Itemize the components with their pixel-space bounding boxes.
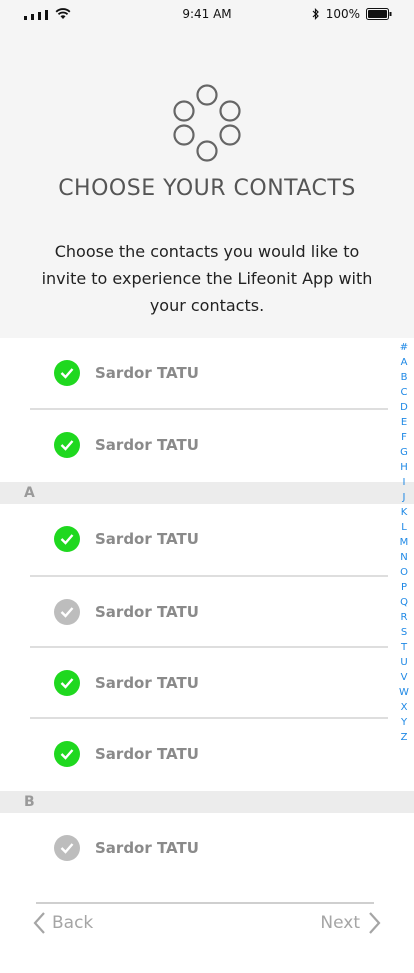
section-label: B (24, 794, 35, 810)
index-letter[interactable]: Z (394, 730, 414, 745)
chevron-right-icon (369, 912, 381, 934)
index-letter[interactable]: S (394, 625, 414, 640)
check-icon (54, 599, 80, 625)
index-letter[interactable]: X (394, 700, 414, 715)
contact-item[interactable]: Sardor TATU (0, 504, 390, 576)
index-letter[interactable]: R (394, 610, 414, 625)
footer-divider (36, 902, 374, 904)
contact-item[interactable]: Sardor TATU (0, 648, 390, 720)
index-letter[interactable]: D (394, 400, 414, 415)
contact-item[interactable]: Sardor TATU (0, 410, 390, 482)
index-letter[interactable]: Q (394, 595, 414, 610)
index-letter[interactable]: J (394, 490, 414, 505)
contact-name: Sardor TATU (95, 674, 199, 692)
next-label: Next (320, 913, 360, 933)
check-icon (54, 526, 80, 552)
check-icon (54, 360, 80, 386)
status-bar: 9:41 AM 100% (0, 0, 414, 28)
section-header-b: B (0, 791, 414, 813)
battery-icon (366, 8, 392, 20)
page-title: CHOOSE YOUR CONTACTS (58, 176, 356, 201)
index-letter[interactable]: I (394, 475, 414, 490)
index-letter[interactable]: T (394, 640, 414, 655)
contact-item[interactable]: Sardor TATU (0, 338, 390, 410)
index-letter[interactable]: U (394, 655, 414, 670)
section-header-a: A (0, 482, 414, 504)
contact-name: Sardor TATU (95, 839, 199, 857)
index-letter[interactable]: # (394, 340, 414, 355)
contact-name: Sardor TATU (95, 364, 199, 382)
index-letter[interactable]: G (394, 445, 414, 460)
alphabet-index[interactable]: # A B C D E F G H I J K L M N O P Q R S T U V W X Y Z (394, 340, 414, 745)
index-letter[interactable]: H (394, 460, 414, 475)
check-icon (54, 432, 80, 458)
bluetooth-icon (312, 8, 319, 20)
index-letter[interactable]: E (394, 415, 414, 430)
status-right: 100% (312, 7, 392, 21)
index-letter[interactable]: V (394, 670, 414, 685)
index-letter[interactable]: L (394, 520, 414, 535)
contact-item[interactable]: Sardor TATU (0, 719, 390, 791)
check-icon (54, 835, 80, 861)
index-letter[interactable]: B (394, 370, 414, 385)
index-letter[interactable]: A (394, 355, 414, 370)
index-letter[interactable]: F (394, 430, 414, 445)
contact-item[interactable]: Sardor TATU (0, 577, 390, 649)
index-letter[interactable]: O (394, 565, 414, 580)
index-letter[interactable]: W (394, 685, 414, 700)
battery-percent: 100% (325, 7, 360, 21)
section-label: A (24, 485, 35, 501)
back-label: Back (52, 913, 94, 933)
index-letter[interactable]: M (394, 535, 414, 550)
contact-item[interactable]: Sardor TATU (0, 813, 390, 885)
contact-name: Sardor TATU (95, 603, 199, 621)
index-letter[interactable]: Y (394, 715, 414, 730)
index-letter[interactable]: K (394, 505, 414, 520)
contact-name: Sardor TATU (95, 745, 199, 763)
header: CHOOSE YOUR CONTACTS Choose the contacts… (0, 28, 414, 338)
check-icon (54, 741, 80, 767)
contact-name: Sardor TATU (95, 530, 199, 548)
contacts-circle-icon (173, 84, 241, 162)
index-letter[interactable]: N (394, 550, 414, 565)
chevron-left-icon (33, 912, 45, 934)
contact-name: Sardor TATU (95, 436, 199, 454)
next-button[interactable]: Next (320, 908, 382, 938)
back-button[interactable]: Back (32, 908, 93, 938)
page-subtitle: Choose the contacts you would like to in… (41, 242, 373, 315)
index-letter[interactable]: C (394, 385, 414, 400)
index-letter[interactable]: P (394, 580, 414, 595)
check-icon (54, 670, 80, 696)
